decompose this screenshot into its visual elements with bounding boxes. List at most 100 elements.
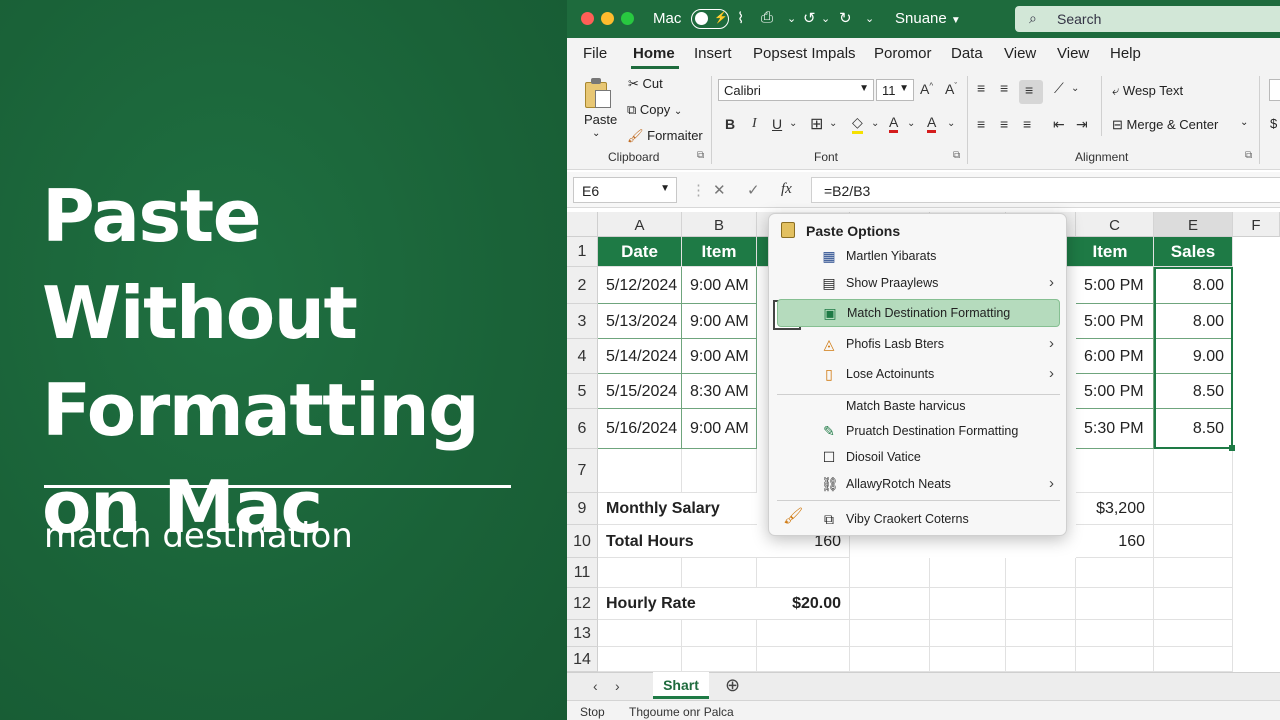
sheet-tab[interactable]: Shart [653, 672, 709, 699]
menu-item-copy-content[interactable]: ⧉ Viby Craokert Coterns [777, 506, 1060, 534]
minimize-window-button[interactable] [601, 12, 614, 25]
next-sheet-icon[interactable]: › [615, 678, 620, 694]
font-color-2-chevron-icon[interactable]: ⌄ [947, 118, 955, 129]
table-row-5-item-2[interactable]: 5:30 PM [1076, 409, 1154, 449]
hourly-rate-value[interactable]: $20.00 [757, 588, 850, 620]
table-header-item-2[interactable]: Item [1067, 237, 1154, 267]
tab-file[interactable]: File [583, 45, 607, 62]
cell-b7[interactable] [682, 449, 757, 493]
insert-function-icon[interactable]: fx [781, 181, 792, 198]
cell-x14[interactable] [757, 647, 850, 672]
wrap-text-button[interactable]: ⤶ Wesp Text [1112, 83, 1183, 99]
menu-item-match-paste-services[interactable]: Match Baste harvicus [777, 393, 1060, 421]
cell-c14[interactable] [1076, 647, 1154, 672]
name-box[interactable]: E6 ▼ [573, 177, 677, 203]
save-disk-icon[interactable]: ⎙ [761, 9, 773, 26]
font-size-select[interactable]: 11 ▼ [876, 79, 914, 101]
table-row-4-date[interactable]: 5/15/2024 [598, 374, 682, 409]
tab-view[interactable]: View [1057, 45, 1089, 62]
save-icon[interactable]: ⌇ [737, 9, 744, 27]
enter-check-icon[interactable]: ✓ [747, 181, 760, 199]
cell-a14[interactable] [598, 647, 682, 672]
table-row-3-item-2[interactable]: 6:00 PM [1076, 339, 1154, 374]
row-header-7[interactable]: 7 [567, 449, 598, 493]
user-name[interactable]: Snuane ▼ [895, 10, 961, 27]
table-header-item[interactable]: Item [682, 237, 757, 267]
cell-a7[interactable] [598, 449, 682, 493]
tab-review[interactable]: View [1004, 45, 1036, 62]
row-header-6[interactable]: 6 [567, 409, 598, 449]
column-header-a[interactable]: A [598, 212, 682, 237]
tab-insert[interactable]: Insert [694, 45, 732, 62]
merge-center-button[interactable]: ⊟ Merge & Center [1112, 117, 1218, 133]
table-row-2-item[interactable]: 9:00 AM [682, 304, 757, 339]
fill-color-icon[interactable]: ◇ [852, 114, 863, 134]
cancel-icon[interactable]: ✕ [713, 181, 726, 199]
align-center-icon[interactable]: ≡ [1000, 116, 1008, 132]
tab-help[interactable]: Help [1110, 45, 1141, 62]
cell-y12[interactable] [850, 588, 930, 620]
cut-button[interactable]: ✂ Cut [628, 76, 663, 92]
cell-b13[interactable] [682, 620, 757, 647]
row-header-4[interactable]: 4 [567, 339, 598, 374]
font-name-select[interactable]: Calibri ▼ [718, 79, 874, 101]
cell-e11[interactable] [1154, 558, 1233, 588]
cell-c13[interactable] [1076, 620, 1154, 647]
cell-e10[interactable] [1154, 525, 1233, 558]
clipboard-launcher-icon[interactable]: ⧉ [697, 150, 704, 161]
align-top-icon[interactable]: ≡ [977, 80, 985, 96]
select-all-corner[interactable] [567, 212, 598, 237]
row-header-2[interactable]: 2 [567, 267, 598, 304]
cell-b14[interactable] [682, 647, 757, 672]
table-row-1-item-2[interactable]: 5:00 PM [1076, 267, 1154, 304]
customize-toolbar-icon[interactable]: ⌄ [865, 12, 874, 25]
zoom-window-button[interactable] [621, 12, 634, 25]
menu-item-keep-source[interactable]: ▦ Martlen Yibarats [777, 243, 1060, 271]
row-header-14[interactable]: 14 [567, 647, 598, 672]
orientation-icon[interactable]: ⟋ [1054, 80, 1064, 97]
align-left-icon[interactable]: ≡ [977, 116, 985, 132]
table-row-5-item[interactable]: 9:00 AM [682, 409, 757, 449]
italic-button[interactable]: I [752, 116, 757, 132]
table-header-date[interactable]: Date [598, 237, 682, 267]
cell-a13[interactable] [598, 620, 682, 647]
table-row-4-sales[interactable]: 8.50 [1154, 374, 1233, 409]
table-row-1-item[interactable]: 9:00 AM [682, 267, 757, 304]
table-row-3-sales[interactable]: 9.00 [1154, 339, 1233, 374]
monthly-salary-value[interactable]: $3,200 [1076, 493, 1154, 525]
borders-chevron-icon[interactable]: ⌄ [829, 118, 837, 129]
cell-b11[interactable] [682, 558, 757, 588]
redo-icon[interactable]: ↻ [839, 9, 852, 27]
cell-c12[interactable] [1076, 588, 1154, 620]
column-header-e[interactable]: E [1154, 212, 1233, 237]
table-header-sales[interactable]: Sales [1154, 237, 1233, 267]
currency-icon[interactable]: $ [1270, 116, 1277, 131]
underline-button[interactable]: U [772, 116, 782, 132]
table-row-4-item[interactable]: 8:30 AM [682, 374, 757, 409]
row-header-3[interactable]: 3 [567, 304, 598, 339]
cell-c11[interactable] [1076, 558, 1154, 588]
menu-item-paste-filters[interactable]: ◬ Phofis Lasb Bters › [777, 331, 1060, 359]
copy-button[interactable]: ⧉ Copy ⌄ [627, 102, 682, 118]
cell-y13[interactable] [850, 620, 930, 647]
row-header-10[interactable]: 10 [567, 525, 598, 558]
align-right-icon[interactable]: ≡ [1023, 116, 1031, 132]
cell-w13[interactable] [1006, 620, 1076, 647]
table-row-1-sales[interactable]: 8.00 [1154, 267, 1233, 304]
cell-y11[interactable] [850, 558, 930, 588]
tab-data[interactable]: Data [951, 45, 983, 62]
orientation-chevron-icon[interactable]: ⌄ [1071, 83, 1079, 94]
increase-font-size-icon[interactable]: A^ [920, 81, 933, 97]
cell-e13[interactable] [1154, 620, 1233, 647]
tab-formulas[interactable]: Poromor [874, 45, 932, 62]
row-header-5[interactable]: 5 [567, 374, 598, 409]
table-row-2-item-2[interactable]: 5:00 PM [1076, 304, 1154, 339]
table-row-3-item[interactable]: 9:00 AM [682, 339, 757, 374]
menu-item-lose-accounts[interactable]: ▯ Lose Actoinunts › [777, 361, 1060, 389]
cell-y14[interactable] [850, 647, 930, 672]
undo-icon[interactable]: ↺ [803, 9, 816, 27]
decrease-font-size-icon[interactable]: Aˇ [945, 81, 957, 97]
row-header-9[interactable]: 9 [567, 493, 598, 525]
font-color-chevron-icon[interactable]: ⌄ [907, 118, 915, 129]
column-header-c[interactable]: C [1076, 212, 1154, 237]
